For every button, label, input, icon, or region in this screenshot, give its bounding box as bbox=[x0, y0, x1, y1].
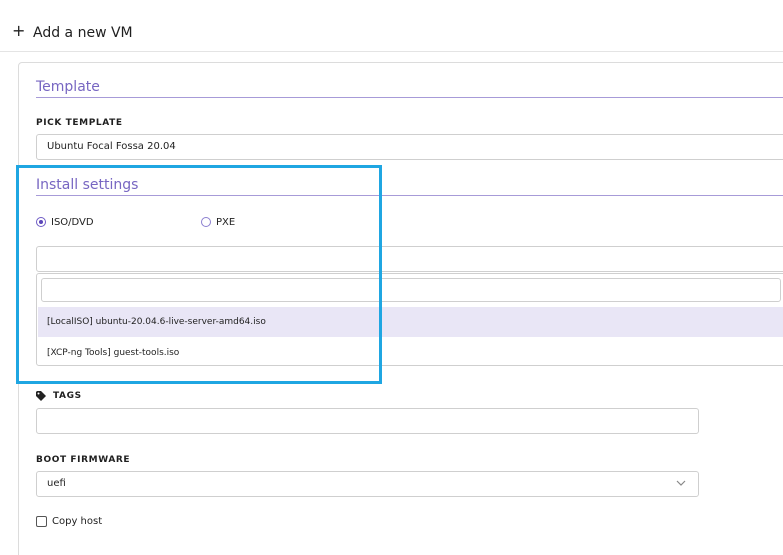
checkbox-icon[interactable] bbox=[36, 516, 47, 527]
page-header: + Add a new VM bbox=[0, 0, 783, 52]
dropdown-option-local-iso[interactable]: [LocalISO] ubuntu-20.04.6-live-server-am… bbox=[38, 307, 783, 337]
boot-firmware-label: BOOT FIRMWARE bbox=[36, 455, 131, 465]
tags-label: TAGS bbox=[53, 391, 82, 401]
chevron-down-icon[interactable] bbox=[675, 478, 687, 488]
boot-firmware-select[interactable]: uefi bbox=[36, 471, 699, 497]
radio-unselected-icon[interactable] bbox=[201, 217, 211, 227]
install-settings-divider bbox=[36, 195, 783, 196]
iso-dropdown-menu: [LocalISO] ubuntu-20.04.6-live-server-am… bbox=[36, 273, 783, 366]
template-section-divider bbox=[36, 97, 783, 98]
iso-select[interactable] bbox=[36, 246, 783, 272]
copy-host-label: Copy host bbox=[52, 516, 103, 527]
install-settings-title: Install settings bbox=[36, 177, 139, 193]
copy-host-checkbox[interactable]: Copy host bbox=[36, 516, 102, 527]
radio-iso-dvd-label: ISO/DVD bbox=[51, 216, 94, 228]
iso-dropdown-search-input[interactable] bbox=[41, 278, 781, 302]
tags-input[interactable] bbox=[36, 408, 699, 434]
page-title: Add a new VM bbox=[33, 25, 133, 41]
pick-template-label: PICK TEMPLATE bbox=[36, 118, 123, 128]
plus-icon: + bbox=[12, 21, 26, 40]
radio-pxe[interactable]: PXE bbox=[201, 215, 235, 229]
radio-pxe-label: PXE bbox=[216, 216, 236, 228]
tag-icon bbox=[36, 391, 46, 401]
pick-template-select[interactable]: Ubuntu Focal Fossa 20.04 bbox=[36, 134, 783, 160]
template-section-title: Template bbox=[36, 79, 100, 95]
radio-selected-icon[interactable] bbox=[36, 217, 46, 227]
dropdown-option-guest-tools[interactable]: [XCP-ng Tools] guest-tools.iso bbox=[38, 338, 783, 368]
radio-iso-dvd[interactable]: ISO/DVD bbox=[36, 215, 94, 229]
